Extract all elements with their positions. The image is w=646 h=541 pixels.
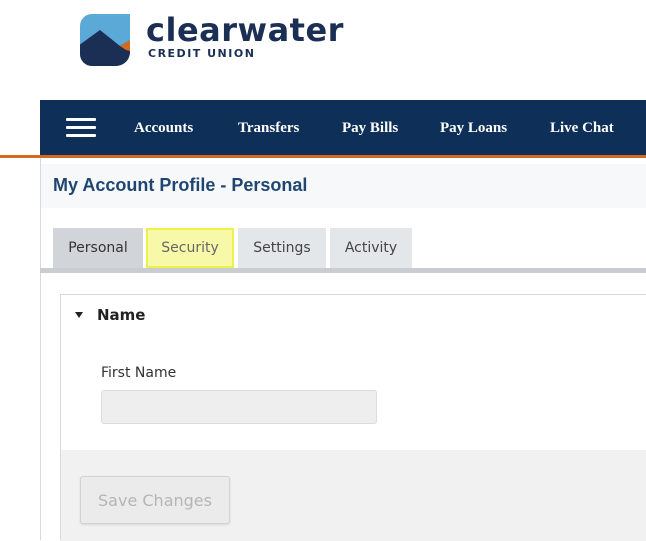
page-title: My Account Profile - Personal — [53, 175, 308, 195]
nav-live-chat[interactable]: Live Chat — [550, 120, 614, 137]
hamburger-menu-icon[interactable] — [66, 118, 96, 138]
tab-activity[interactable]: Activity — [330, 228, 412, 268]
tab-underline — [40, 268, 646, 273]
nav-accounts[interactable]: Accounts — [134, 120, 193, 137]
content-left-border — [40, 158, 41, 540]
name-section-panel: Name First Name Save Changes — [60, 294, 646, 541]
section-title: Name — [97, 306, 146, 324]
first-name-input[interactable] — [101, 390, 377, 424]
page-header: My Account Profile - Personal — [41, 164, 646, 208]
nav-accent-bar — [0, 155, 646, 158]
nav-transfers[interactable]: Transfers — [238, 120, 299, 137]
brand-subtitle: CREDIT UNION — [148, 47, 256, 60]
nav-pay-bills[interactable]: Pay Bills — [342, 120, 398, 137]
tab-security[interactable]: Security — [146, 228, 234, 268]
logo-mark-icon — [80, 14, 130, 66]
brand-name: clearwater — [146, 11, 344, 49]
clearwater-logo[interactable]: clearwater CREDIT UNION — [78, 12, 378, 68]
caret-down-icon — [75, 312, 83, 318]
main-nav: Accounts Transfers Pay Bills Pay Loans L… — [40, 100, 646, 156]
nav-pay-loans[interactable]: Pay Loans — [440, 120, 507, 137]
save-changes-button[interactable]: Save Changes — [80, 476, 230, 524]
tab-personal[interactable]: Personal — [53, 228, 143, 268]
first-name-label: First Name — [101, 365, 177, 381]
tab-settings[interactable]: Settings — [238, 228, 326, 268]
